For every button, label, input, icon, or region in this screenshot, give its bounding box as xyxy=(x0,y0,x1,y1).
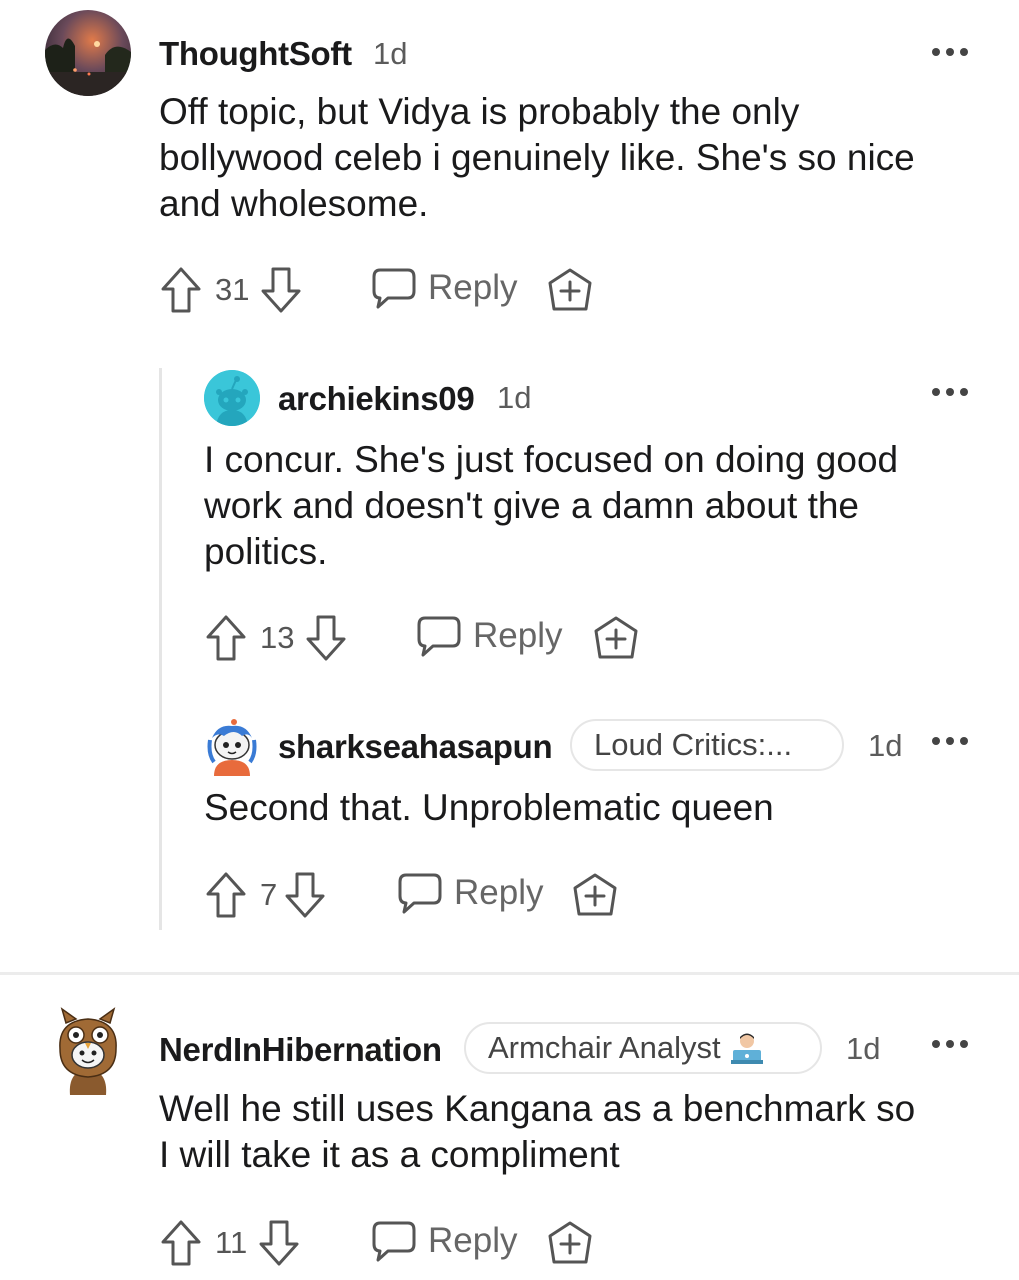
downvote-icon[interactable] xyxy=(259,265,303,315)
vote-count: 31 xyxy=(215,272,250,307)
award-button[interactable] xyxy=(546,1220,594,1268)
comment-line: I concur. She's just focused on doing go… xyxy=(204,439,899,480)
reply-label: Reply xyxy=(428,1221,518,1260)
comment-line: I will take it as a compliment xyxy=(159,1134,620,1175)
downvote-icon[interactable] xyxy=(304,613,348,663)
laptop-person-emoji-icon xyxy=(730,1033,763,1064)
reply-button[interactable]: Reply xyxy=(370,1218,517,1264)
award-button[interactable] xyxy=(592,615,640,663)
user-avatar[interactable] xyxy=(56,1005,120,1095)
comment-line: politics. xyxy=(204,531,328,572)
more-options-icon[interactable] xyxy=(932,48,972,60)
user-avatar[interactable] xyxy=(204,718,260,776)
speech-bubble-icon xyxy=(398,873,442,914)
speech-bubble-icon xyxy=(372,268,416,309)
comment-line: work and doesn't give a damn about the xyxy=(204,485,859,526)
comment-line: Off topic, but Vidya is probably the onl… xyxy=(159,91,800,132)
reply-button[interactable]: Reply xyxy=(370,265,517,311)
comment-actions: 31 Reply xyxy=(159,265,619,315)
reply-button[interactable]: Reply xyxy=(415,613,562,659)
speech-bubble-icon xyxy=(417,616,461,657)
vote-count: 13 xyxy=(260,620,295,655)
sunset-photo-avatar-icon xyxy=(45,10,131,96)
username[interactable]: archiekins09 xyxy=(278,380,475,418)
downvote-icon[interactable] xyxy=(257,1218,301,1268)
upvote-icon[interactable] xyxy=(159,265,203,315)
more-options-icon[interactable] xyxy=(932,737,972,749)
username[interactable]: sharkseahasapun xyxy=(278,728,553,766)
comment-body: Off topic, but Vidya is probably the onl… xyxy=(159,89,915,227)
user-avatar[interactable] xyxy=(204,370,260,426)
timestamp: 1d xyxy=(497,380,532,415)
flair-text: Loud Critics:... xyxy=(594,727,793,762)
username[interactable]: NerdInHibernation xyxy=(159,1031,442,1069)
award-plus-icon xyxy=(594,616,638,659)
speech-bubble-icon xyxy=(372,1221,416,1262)
reply-label: Reply xyxy=(473,616,563,655)
comment-line: Second that. Unproblematic queen xyxy=(204,787,774,828)
award-plus-icon xyxy=(548,268,592,311)
snoo-custom-avatar-icon xyxy=(207,719,257,776)
comment-line: bollywood celeb i genuinely like. She's … xyxy=(159,137,915,178)
more-options-icon[interactable] xyxy=(932,1040,972,1052)
comment-body: I concur. She's just focused on doing go… xyxy=(204,437,898,575)
comment-body: Second that. Unproblematic queen xyxy=(204,785,774,831)
comment-divider xyxy=(0,972,1019,975)
upvote-icon[interactable] xyxy=(204,613,248,663)
more-options-icon[interactable] xyxy=(932,388,972,400)
upvote-icon[interactable] xyxy=(204,870,248,920)
comment-line: and wholesome. xyxy=(159,183,429,224)
user-avatar[interactable] xyxy=(45,10,131,96)
vote-count: 7 xyxy=(260,877,278,912)
award-button[interactable] xyxy=(546,267,594,315)
username[interactable]: ThoughtSoft xyxy=(159,35,352,73)
vote-count: 11 xyxy=(215,1225,248,1260)
award-plus-icon xyxy=(573,873,617,916)
reply-button[interactable]: Reply xyxy=(396,870,543,916)
award-button[interactable] xyxy=(571,872,619,920)
downvote-icon[interactable] xyxy=(283,870,327,920)
comment-actions: 13 Reply xyxy=(204,613,664,663)
comment-body: Well he still uses Kangana as a benchmar… xyxy=(159,1086,915,1178)
timestamp: 1d xyxy=(868,728,903,763)
comment-line: Well he still uses Kangana as a benchmar… xyxy=(159,1088,916,1129)
upvote-icon[interactable] xyxy=(159,1218,203,1268)
reply-label: Reply xyxy=(428,268,518,307)
award-plus-icon xyxy=(548,1221,592,1264)
thread-line[interactable] xyxy=(159,368,162,930)
comment-actions: 11 Reply xyxy=(159,1218,619,1268)
flair-text: Armchair Analyst xyxy=(488,1030,721,1065)
comment-actions: 7 Reply xyxy=(204,870,644,920)
reply-label: Reply xyxy=(454,873,544,912)
timestamp: 1d xyxy=(846,1031,881,1066)
user-flair[interactable]: Armchair Analyst xyxy=(464,1022,822,1074)
user-flair[interactable]: Loud Critics:... xyxy=(570,719,844,771)
timestamp: 1d xyxy=(373,36,408,71)
owl-hood-avatar-icon xyxy=(59,1007,117,1095)
snoo-avatar-icon xyxy=(204,370,260,426)
